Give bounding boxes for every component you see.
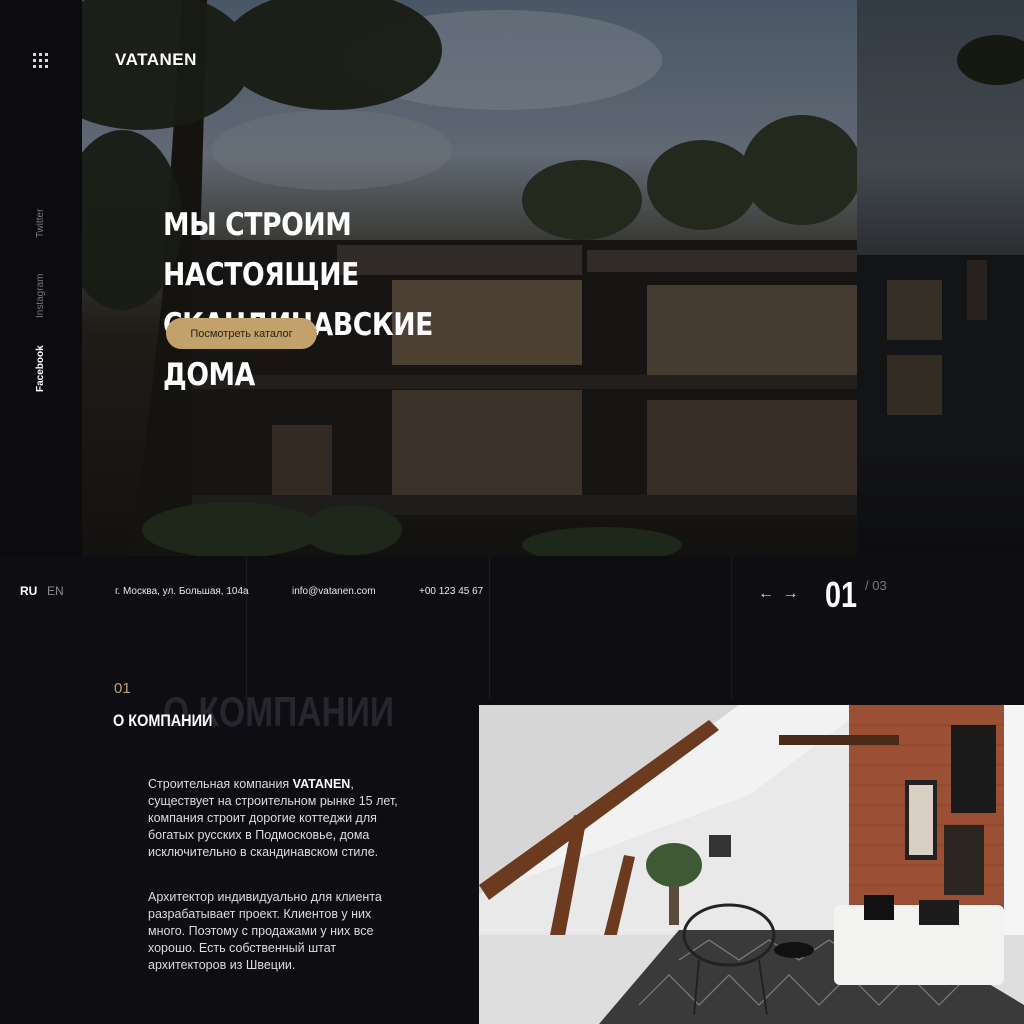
section-number: 01 [114,680,131,697]
hero-headline-line: Мы строим настоящие [163,207,359,293]
brand-logo[interactable]: VATANEN [115,50,197,70]
sidebar: Twitter Instagram Facebook [0,0,83,556]
hero-headline-line: скандинавские дома [163,307,433,393]
lang-en[interactable]: EN [47,584,64,598]
slider-arrows[interactable]: ← → [758,585,800,603]
about-paragraph-2: Архитектор индивидуально для клиента раз… [148,890,382,972]
hero-next-preview [857,0,1024,556]
social-link-instagram[interactable]: Instagram [35,274,46,318]
email-link[interactable]: info@vatanen.com [292,586,376,597]
phone-link[interactable]: +00 123 45 67 [419,586,483,597]
section-title: О компании [113,711,213,730]
social-link-facebook[interactable]: Facebook [35,345,46,392]
lang-ru[interactable]: RU [20,584,37,598]
slide-total: / 03 [865,578,887,593]
about-paragraph-1: Строительная компания VATANEN, существуе… [148,776,398,861]
hero-headline: Мы строим настоящие скандинавские дома [163,200,524,400]
interior-photo [479,705,1024,1024]
about-brand: VATANEN [292,777,351,791]
social-link-twitter[interactable]: Twitter [35,209,46,238]
view-catalog-button[interactable]: Посмотреть каталог [166,318,317,349]
grid-menu-icon[interactable] [33,53,48,68]
slide-current: 01 [825,574,858,615]
about-text: Строительная компания [148,777,293,791]
address-text: г. Москва, ул. Большая, 104а [115,586,249,597]
